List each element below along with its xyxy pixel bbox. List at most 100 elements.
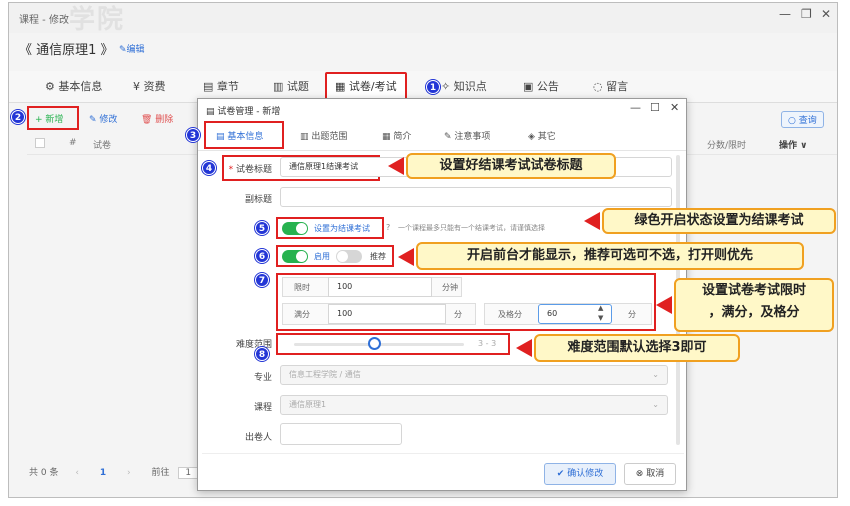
dialog-close-icon[interactable]: ✕ [670,101,679,114]
restore-icon[interactable]: ❐ [801,7,812,21]
book-icon: ▤ [203,80,214,93]
title-bar: 学院 课程 - 修改 — ❐ ✕ [9,3,837,35]
edit-button[interactable]: ✎ 修改 [89,112,117,125]
callout-difficulty: 难度范围默认选择3即可 [534,334,740,362]
arrow-icon [656,296,672,314]
badge-7: 7 [255,273,269,287]
delete-button[interactable]: 🗑 删除 [141,112,173,125]
full-label: 满分 [294,310,310,319]
goto-label: 前往 [151,468,170,478]
watermark: 学院 [69,5,126,35]
toggle-knob [296,251,307,262]
badge-3: 3 [186,128,200,142]
col-name: 试卷 [93,141,112,151]
pass-label: 及格分 [498,310,522,319]
callout-final-exam: 绿色开启状态设置为结课考试 [602,208,836,234]
confirm-button[interactable]: ✔ 确认修改 [544,463,616,485]
info-icon: ▤ [216,132,225,142]
author-label: 出卷人 [244,433,272,443]
dtab-basic[interactable]: ▤ 基本信息 [216,129,263,142]
toggle-knob [296,223,307,234]
title-label: * 试卷标题 [228,165,272,175]
dialog-title: ▤ 试卷管理 - 新增 [206,107,281,117]
dialog-minimize-icon[interactable]: — [630,101,641,114]
pass-unit: 分 [628,310,636,319]
course-label: 课程 [253,403,272,413]
money-icon: ¥ [133,80,140,93]
col-ops[interactable]: 操作 ∨ [779,138,807,151]
help-icon: ? [386,223,391,232]
author-input[interactable] [280,423,402,445]
dialog-divider [202,453,684,454]
goto-input[interactable]: 1 [178,467,199,479]
badge-1: 1 [426,80,440,94]
callout-title: 设置好结课考试试卷标题 [406,153,616,179]
recommend-toggle[interactable] [336,250,362,263]
badge-2: 2 [11,110,25,124]
subtitle-input[interactable] [280,187,672,207]
chevron-down-icon: ⌄ [652,400,659,409]
select-all-checkbox[interactable] [35,138,45,148]
difficulty-value: 3 - 3 [478,339,497,348]
difficulty-slider-handle[interactable] [368,337,381,350]
next-page-icon[interactable]: › [127,468,131,478]
badge-4: 4 [202,161,216,175]
minimize-icon[interactable]: — [779,7,791,21]
badge-6: 6 [255,249,269,263]
badge-5: 5 [255,221,269,235]
callout-score: 设置试卷考试限时 ，满分，及格分 [674,278,834,332]
full-input[interactable]: 100 [328,304,446,324]
col-score: 分数/限时 [707,141,747,151]
arrow-icon [388,157,404,175]
add-button[interactable]: + 新增 [35,112,63,125]
tab-basic-info[interactable]: ⚙ 基本信息 [45,71,102,103]
total-count: 共 0 条 [29,468,59,478]
notice-icon: ▣ [523,80,534,93]
layers-icon: ◈ [528,132,535,142]
course-select: 通信原理1 ⌄ [280,395,668,415]
close-circle-icon: ⊗ [635,469,644,479]
edit-course-link[interactable]: ✎编辑 [119,42,145,55]
dtab-intro[interactable]: ▦ 简介 [382,129,411,142]
list-icon: ▥ [300,132,309,142]
close-icon[interactable]: ✕ [821,7,831,21]
edit-icon: ✎ [444,132,452,142]
query-button[interactable]: ○ 查询 [781,111,824,128]
gear-icon: ⚙ [45,80,55,93]
message-icon: ◌ [593,80,603,93]
final-exam-hint: 一个课程最多只能有一个结课考试，请谨慎选择 [398,224,545,232]
arrow-icon [516,339,532,357]
dtab-notes[interactable]: ✎ 注意事项 [444,129,490,142]
arrow-icon [398,248,414,266]
major-select: 信息工程学院 / 通信 ⌄ [280,365,668,385]
dialog-tabs: ▤ 基本信息 ▥ 出题范围 ▦ 简介 ✎ 注意事项 ◈ 其它 [198,121,686,151]
enable-toggle[interactable] [282,250,308,263]
callout-enable: 开启前台才能显示，推荐可选可不选，打开则优先 [416,242,804,270]
pass-stepper[interactable]: ▲ ▼ [598,303,603,323]
dtab-range[interactable]: ▥ 出题范围 [300,129,347,142]
limit-label: 限时 [294,283,310,292]
check-icon: ✔ [556,469,565,479]
final-exam-toggle[interactable] [282,222,308,235]
enable-label: 启用 [314,252,330,261]
course-name: 《 通信原理1 》 [19,43,114,58]
final-exam-label: 设置为结课考试 [314,224,370,233]
recommend-label: 推荐 [370,252,386,261]
col-index: # [69,138,77,148]
doc-icon: ▦ [382,132,391,142]
dialog-maximize-icon[interactable]: ☐ [650,101,660,114]
tab-fees[interactable]: ¥ 资费 [133,71,166,103]
subtitle-label: 副标题 [244,195,272,205]
window-title: 课程 - 修改 [19,15,69,26]
major-label: 专业 [253,373,272,383]
form-icon: ▤ [206,107,215,117]
dtab-other[interactable]: ◈ 其它 [528,129,556,142]
prev-page-icon[interactable]: ‹ [75,468,79,478]
cancel-button[interactable]: ⊗ 取消 [624,463,676,485]
page-number[interactable]: 1 [100,468,106,478]
exam-icon: ▦ [335,80,346,93]
badge-8: 8 [255,347,269,361]
limit-input[interactable]: 100 [328,277,432,297]
full-unit: 分 [454,310,462,319]
toggle-knob [337,251,348,262]
